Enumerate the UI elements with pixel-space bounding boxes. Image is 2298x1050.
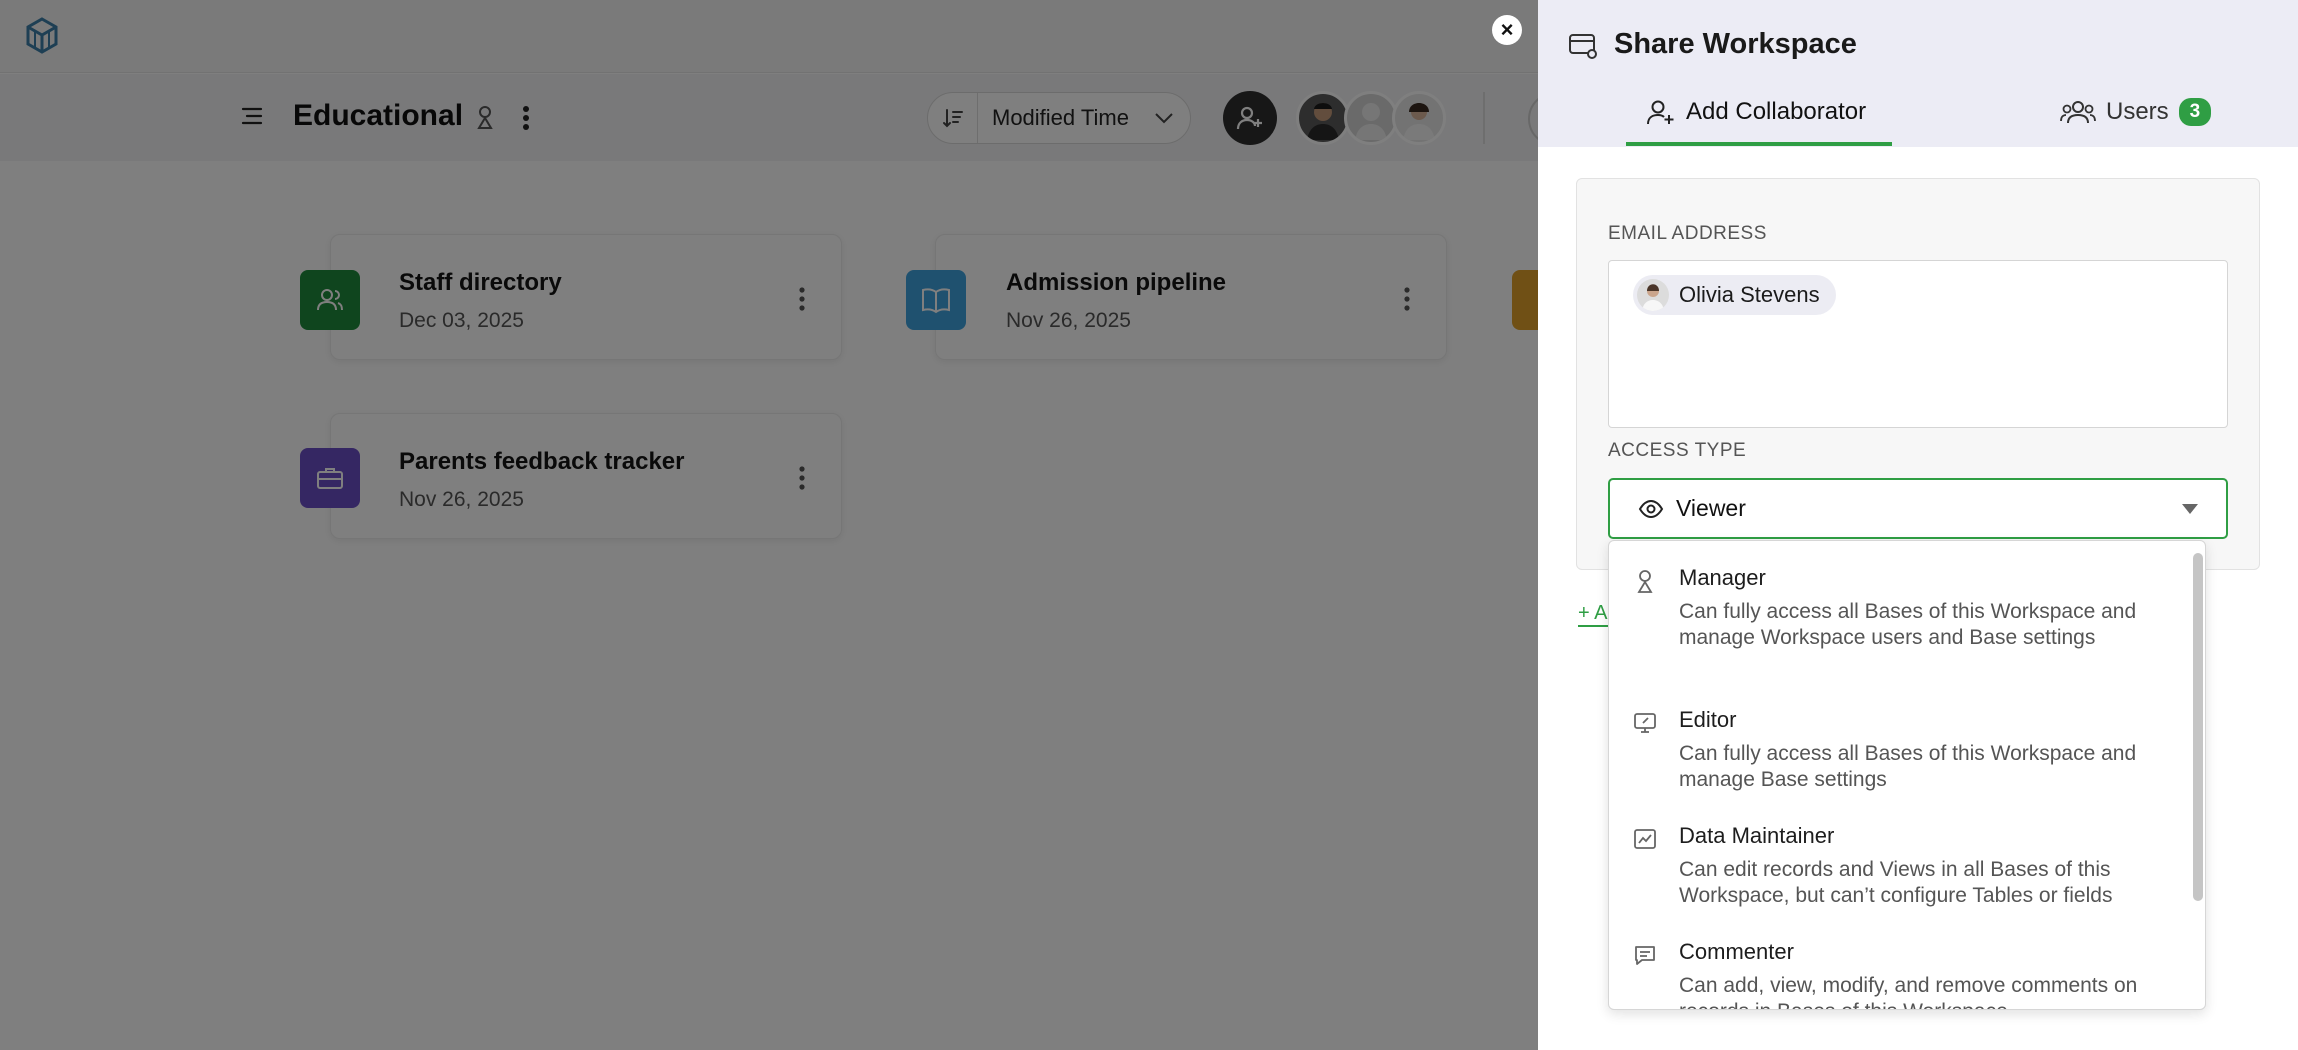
eye-icon	[1638, 499, 1664, 518]
access-type-select[interactable]: Viewer	[1608, 478, 2228, 539]
option-description: Can fully access all Bases of this Works…	[1679, 600, 2137, 649]
close-icon[interactable]: ×	[1492, 15, 1522, 45]
caret-down-icon	[2182, 503, 2198, 514]
option-description: Can edit records and Views in all Bases …	[1679, 858, 2113, 907]
access-type-dropdown: Manager Can fully access all Bases of th…	[1608, 540, 2206, 1010]
access-type-label: ACCESS TYPE	[1608, 440, 1747, 461]
panel-title: Share Workspace	[1614, 28, 1857, 60]
tab-add-collaborator[interactable]: Add Collaborator	[1626, 98, 1892, 146]
users-count-badge: 3	[2178, 98, 2212, 126]
option-name: Commenter	[1679, 939, 1794, 964]
add-user-icon	[1647, 100, 1674, 125]
option-description: Can add, view, modify, and remove commen…	[1679, 974, 2138, 1009]
email-label: EMAIL ADDRESS	[1608, 223, 1767, 244]
tab-users-label: Users	[2106, 98, 2169, 125]
tab-users[interactable]: Users 3	[2022, 98, 2222, 146]
commenter-icon	[1635, 946, 1655, 965]
access-type-value: Viewer	[1676, 495, 1746, 521]
share-workspace-panel: Share Workspace Add Collaborator Users 3…	[1538, 0, 2298, 1050]
data-maintainer-icon	[1634, 829, 1656, 849]
manager-icon	[1637, 570, 1653, 593]
option-data-maintainer[interactable]: Data Maintainer Can edit records and Vie…	[1609, 823, 2189, 923]
scrollbar[interactable]	[2193, 553, 2203, 901]
avatar	[1637, 279, 1669, 311]
panel-header: Share Workspace Add Collaborator Users 3	[1538, 0, 2298, 147]
option-name: Manager	[1679, 565, 1766, 590]
option-description: Can fully access all Bases of this Works…	[1679, 742, 2137, 791]
chip-name: Olivia Stevens	[1679, 282, 1820, 307]
option-name: Editor	[1679, 707, 1737, 732]
option-commenter[interactable]: Commenter Can add, view, modify, and rem…	[1609, 939, 2189, 1009]
email-field[interactable]: Olivia Stevens	[1608, 260, 2228, 428]
option-manager[interactable]: Manager Can fully access all Bases of th…	[1609, 565, 2189, 685]
option-editor[interactable]: Editor Can fully access all Bases of thi…	[1609, 707, 2189, 807]
option-name: Data Maintainer	[1679, 823, 1835, 848]
collaborator-chip[interactable]: Olivia Stevens	[1633, 275, 1836, 315]
editor-icon	[1634, 713, 1656, 733]
tab-add-collaborator-label: Add Collaborator	[1686, 98, 1867, 125]
share-icon	[1569, 34, 1597, 59]
users-icon	[2060, 101, 2096, 124]
